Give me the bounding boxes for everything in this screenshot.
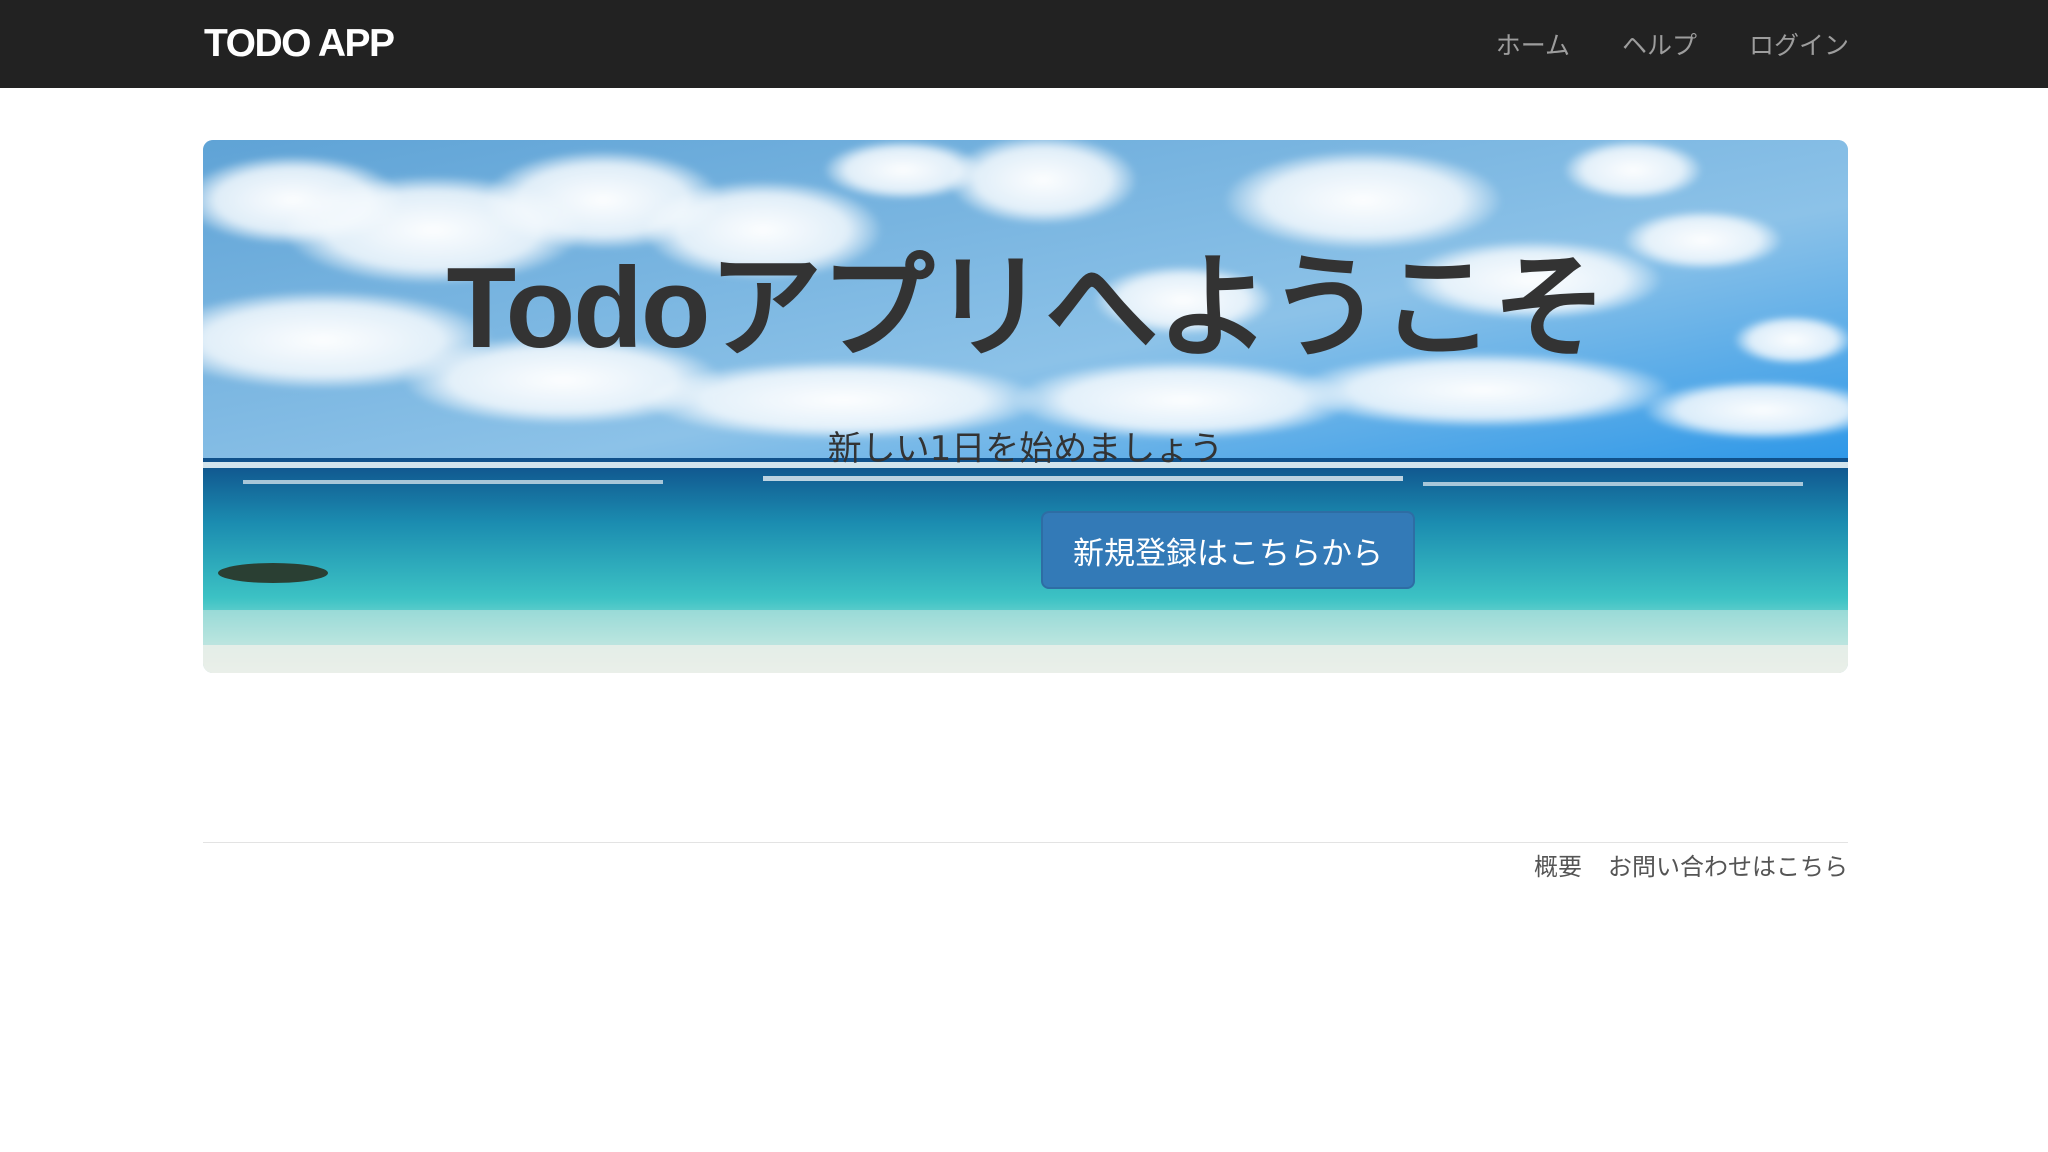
hero-title: Todoアプリへようこそ: [446, 245, 1606, 372]
nav-menu: ホーム ヘルプ ログイン: [1496, 0, 1849, 88]
navbar: TODO APP ホーム ヘルプ ログイン: [0, 0, 2048, 88]
signup-button[interactable]: 新規登録はこちらから: [1041, 511, 1415, 589]
footer-divider: [203, 842, 1848, 843]
hero-jumbotron: Todoアプリへようこそ 新しい1日を始めましょう 新規登録はこちらから: [203, 140, 1848, 673]
nav-item-home[interactable]: ホーム: [1496, 26, 1570, 62]
footer: 概要 お問い合わせはこちら: [1534, 850, 1848, 884]
nav-item-login[interactable]: ログイン: [1749, 26, 1849, 62]
nav-item-help[interactable]: ヘルプ: [1622, 26, 1697, 62]
brand-logo[interactable]: TODO APP: [204, 20, 395, 68]
footer-link-about[interactable]: 概要: [1534, 850, 1582, 884]
hero-subtitle: 新しい1日を始めましょう: [827, 429, 1224, 469]
footer-link-contact[interactable]: お問い合わせはこちら: [1608, 850, 1848, 884]
beach-background-image: [203, 140, 1848, 673]
